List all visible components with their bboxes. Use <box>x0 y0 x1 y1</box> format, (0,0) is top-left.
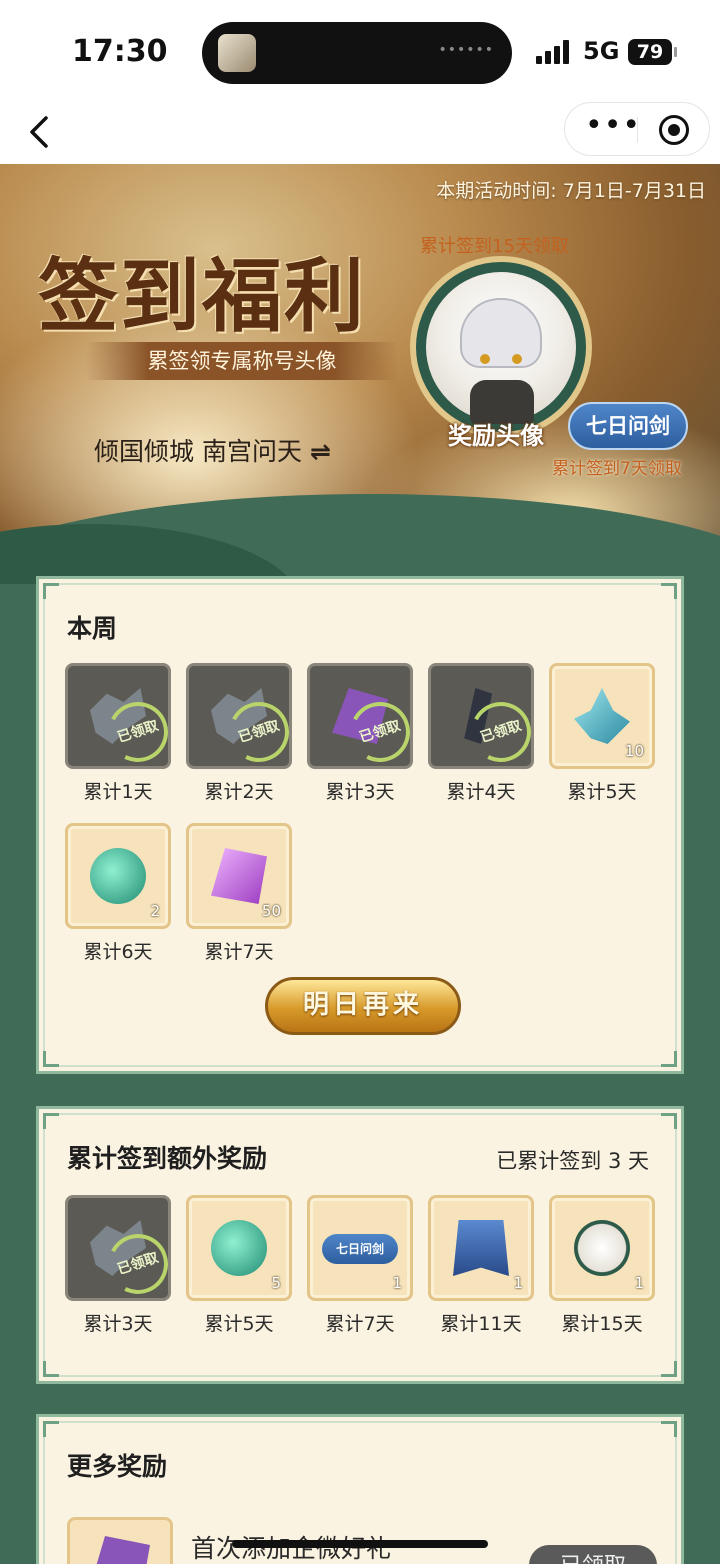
title-badge-icon: 七日问剑 <box>322 1234 398 1264</box>
corner-ornament <box>661 1051 677 1067</box>
mini-program-capsule: ••• <box>564 102 710 156</box>
network-type: 5G <box>583 37 620 65</box>
bonus-tile[interactable]: 1 累计15天 <box>549 1195 655 1336</box>
bonus-tile[interactable]: 七日问剑 1 累计7天 <box>307 1195 413 1336</box>
corner-ornament <box>43 583 59 599</box>
status-bar: 17:30 •••••• 5G 79 <box>0 0 720 100</box>
reward-avatar <box>410 256 592 438</box>
blue-crystal-icon <box>574 688 630 744</box>
reward-tile[interactable]: 已领取 累计3天 <box>307 663 413 804</box>
nav-bar: ••• <box>0 100 720 164</box>
tile-label: 累计3天 <box>83 1313 153 1335</box>
character-switch[interactable]: 倾国倾城 南宫问天 ⇌ <box>94 432 331 468</box>
tile-label: 累计4天 <box>446 781 516 803</box>
green-pouch-icon <box>90 848 146 904</box>
corner-ornament <box>43 1051 59 1067</box>
chevron-left-icon[interactable] <box>22 112 62 152</box>
home-indicator <box>232 1540 488 1548</box>
weekly-checkin-card: 本周 已领取 累计1天 已领取 累计2天 已领取 累计3天 已领取 累计4天 1… <box>36 576 684 1074</box>
tile-label: 累计7天 <box>325 1313 395 1335</box>
item-count: 2 <box>150 902 160 920</box>
more-title: 更多奖励 <box>67 1452 168 1481</box>
tile-label: 累计7天 <box>204 941 274 963</box>
tile-label: 累计3天 <box>325 781 395 803</box>
cumulative-bonus-card: 累计签到额外奖励 已累计签到 3 天 已领取 累计3天 5 累计5天 七日问剑 1… <box>36 1106 684 1384</box>
bonus-tile[interactable]: 1 累计11天 <box>428 1195 534 1336</box>
item-count: 10 <box>624 742 644 760</box>
tile-label: 累计6天 <box>83 941 153 963</box>
week-title: 本周 <box>67 614 118 643</box>
blue-cape-icon <box>453 1220 509 1276</box>
banner-title: 签到福利 <box>38 249 366 343</box>
avatar-eyes <box>478 354 524 364</box>
green-pouch-icon <box>211 1220 267 1276</box>
tile-label: 累计1天 <box>83 781 153 803</box>
reward-tile[interactable]: 已领取 累计2天 <box>186 663 292 804</box>
reward-tile[interactable]: 10 累计5天 <box>549 663 655 804</box>
purple-gem-icon <box>67 1517 173 1564</box>
target-circle-icon[interactable] <box>659 115 689 145</box>
capsule-divider <box>637 117 638 143</box>
bonus-tile[interactable]: 5 累计5天 <box>186 1195 292 1336</box>
bonus-title: 累计签到额外奖励 <box>67 1144 268 1173</box>
avatar-hint: 累计签到15天领取 <box>420 236 569 257</box>
avatar-portrait <box>426 272 576 424</box>
tile-label: 累计11天 <box>440 1313 522 1335</box>
avatar-frame-icon <box>574 1220 630 1276</box>
corner-ornament <box>661 1421 677 1437</box>
tile-label: 累计5天 <box>204 1313 274 1335</box>
more-dots-icon[interactable]: ••• <box>585 111 641 141</box>
item-count: 50 <box>261 902 281 920</box>
tile-label: 累计2天 <box>204 781 274 803</box>
hero-banner: 本期活动时间: 7月1日-7月31日 签到福利 累签领专属称号头像 倾国倾城 南… <box>0 164 720 584</box>
tile-label: 累计15天 <box>561 1313 643 1335</box>
corner-ornament <box>43 1113 59 1129</box>
app-icon <box>218 34 256 72</box>
title-badge-hint: 累计签到7天领取 <box>552 459 682 479</box>
title-badge: 七日问剑 <box>568 402 688 450</box>
battery-icon: 79 <box>628 39 677 65</box>
avatar-label: 奖励头像 <box>448 422 544 450</box>
item-count: 5 <box>271 1274 281 1292</box>
corner-ornament <box>661 1361 677 1377</box>
corner-ornament <box>43 1421 59 1437</box>
activity-period: 本期活动时间: 7月1日-7月31日 <box>436 180 706 202</box>
item-count: 1 <box>634 1274 644 1292</box>
item-count: 1 <box>513 1274 523 1292</box>
signal-icon <box>536 40 572 64</box>
corner-ornament <box>43 1361 59 1377</box>
reward-tile[interactable]: 50 累计7天 <box>186 823 292 964</box>
character-name: 倾国倾城 南宫问天 <box>94 437 302 466</box>
reward-tile[interactable]: 已领取 累计1天 <box>65 663 171 804</box>
dynamic-island: •••••• <box>202 22 512 84</box>
reward-tile[interactable]: 已领取 累计4天 <box>428 663 534 804</box>
claimed-button[interactable]: 已领取 <box>529 1545 657 1564</box>
swap-icon[interactable]: ⇌ <box>310 437 331 466</box>
tile-label: 累计5天 <box>567 781 637 803</box>
bonus-tile[interactable]: 已领取 累计3天 <box>65 1195 171 1336</box>
item-count: 1 <box>392 1274 402 1292</box>
island-dots-icon: •••••• <box>438 42 494 58</box>
purple-gem-icon <box>211 848 267 904</box>
come-back-tomorrow-button[interactable]: 明日再来 <box>265 977 461 1035</box>
corner-ornament <box>661 583 677 599</box>
banner-subtitle: 累签领专属称号头像 <box>86 342 398 380</box>
status-time: 17:30 <box>72 34 168 69</box>
bonus-progress: 已累计签到 3 天 <box>496 1149 649 1173</box>
reward-tile[interactable]: 2 累计6天 <box>65 823 171 964</box>
corner-ornament <box>661 1113 677 1129</box>
